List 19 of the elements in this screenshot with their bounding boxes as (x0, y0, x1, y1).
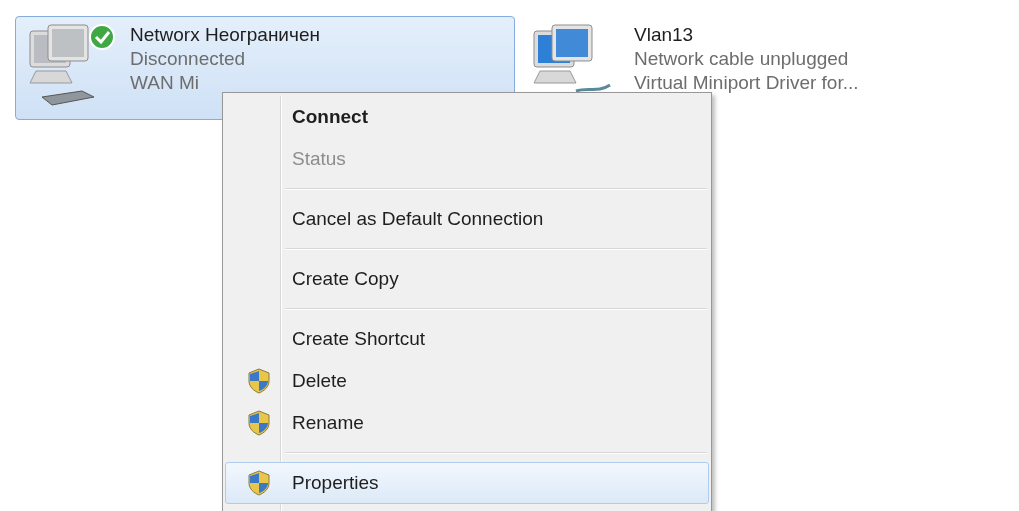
adapter-name: Networx Неограничен (130, 23, 320, 47)
menu-item[interactable]: Rename (225, 402, 709, 444)
computers-icon (533, 24, 593, 84)
menu-item[interactable]: Cancel as Default Connection (225, 198, 709, 240)
adapter-device: WAN Mi (130, 71, 200, 95)
adapter-name: Vlan13 (634, 23, 695, 47)
shield-icon (248, 410, 270, 436)
adapter-status: Network cable unplugged (634, 47, 850, 71)
cable-icon (575, 83, 611, 93)
shield-icon (248, 368, 270, 394)
adapter-status: Disconnected (130, 47, 247, 71)
shield-icon (248, 470, 270, 496)
adapter-device: Virtual Miniport Driver for... (634, 71, 859, 95)
menu-item[interactable]: Delete (225, 360, 709, 402)
modem-icon (41, 90, 95, 106)
computers-icon (29, 24, 89, 84)
menu-item[interactable]: Properties (225, 462, 709, 504)
menu-item[interactable]: Create Copy (225, 258, 709, 300)
menu-item[interactable]: Create Shortcut (225, 318, 709, 360)
